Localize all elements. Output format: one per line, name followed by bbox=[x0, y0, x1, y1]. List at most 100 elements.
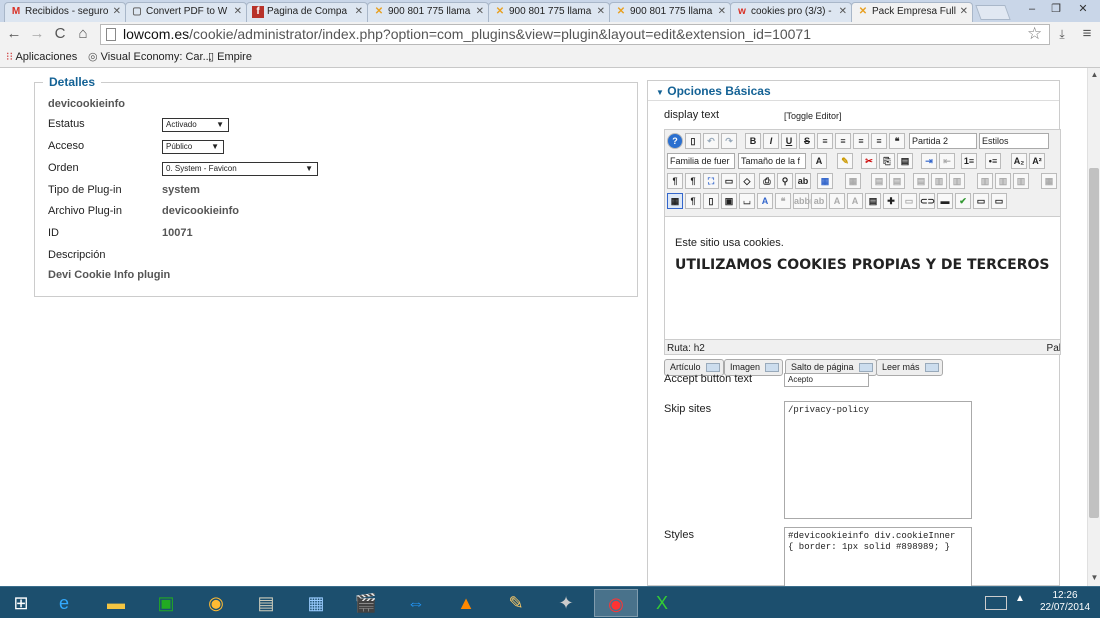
chrome-icon[interactable]: ◉ bbox=[594, 589, 638, 617]
rtl-icon[interactable]: ¶ bbox=[685, 173, 701, 189]
cell-props-icon[interactable]: ▦ bbox=[1041, 173, 1057, 189]
bold-icon[interactable]: B bbox=[745, 133, 761, 149]
tab-convert-pdf[interactable]: ▢ Convert PDF to W ✕ bbox=[125, 2, 247, 22]
blockquote-icon[interactable]: ❝ bbox=[889, 133, 905, 149]
replace-icon[interactable]: ab bbox=[795, 173, 811, 189]
tab-pack-empresa[interactable]: ✕ Pack Empresa Full ✕ bbox=[851, 2, 973, 23]
visual-aid-icon[interactable]: ▦ bbox=[667, 193, 683, 209]
movie-maker-icon[interactable]: 🎬 bbox=[344, 589, 388, 617]
picasa-icon[interactable]: ◉ bbox=[194, 589, 238, 617]
unordered-list-icon[interactable]: •≡ bbox=[985, 153, 1001, 169]
template-icon[interactable]: ▯ bbox=[703, 193, 719, 209]
system-clock[interactable]: 12:26 22/07/2014 bbox=[1034, 590, 1096, 614]
editor-content-area[interactable]: Este sitio usa cookies. UTILIZAMOS COOKI… bbox=[665, 216, 1060, 340]
ltr-icon[interactable]: ¶ bbox=[667, 173, 683, 189]
superscript-icon[interactable]: A² bbox=[1029, 153, 1045, 169]
extension-icon[interactable]: ⤓ bbox=[1053, 25, 1071, 43]
font-size-select[interactable]: Tamaño de la f bbox=[738, 153, 806, 169]
tab-cookies-pro[interactable]: w cookies pro (3/3) - ✕ bbox=[730, 2, 852, 22]
new-tab-button[interactable] bbox=[975, 5, 1011, 20]
close-tab-icon[interactable]: ✕ bbox=[355, 3, 363, 21]
new-document-icon[interactable]: ▯ bbox=[685, 133, 701, 149]
internet-explorer-icon[interactable]: e bbox=[42, 589, 86, 617]
cite-icon[interactable]: ❝ bbox=[775, 193, 791, 209]
ordered-list-icon[interactable]: 1≡ bbox=[961, 153, 977, 169]
tab-gmail[interactable]: M Recibidos - seguro ✕ bbox=[4, 2, 126, 22]
close-tab-icon[interactable]: ✕ bbox=[234, 3, 242, 21]
text-color-icon[interactable]: A bbox=[811, 153, 827, 169]
close-tab-icon[interactable]: ✕ bbox=[839, 3, 847, 21]
store-icon[interactable]: ▣ bbox=[144, 589, 188, 617]
gimp-icon[interactable]: ✦ bbox=[544, 589, 588, 617]
bookmark-visual-economy[interactable]: ◎ Visual Economy: Car... bbox=[88, 50, 212, 63]
nonbreaking-icon[interactable]: ⌴ bbox=[739, 193, 755, 209]
align-justify-icon[interactable]: ≡ bbox=[817, 133, 833, 149]
tab-llama-2[interactable]: ✕ 900 801 775 llama ✕ bbox=[488, 2, 610, 22]
cut-icon[interactable]: ✂ bbox=[861, 153, 877, 169]
close-tab-icon[interactable]: ✕ bbox=[718, 3, 726, 21]
styles-textarea[interactable]: #devicookieinfo div.cookieInner { border… bbox=[784, 527, 972, 586]
move-layer-icon[interactable]: ▭ bbox=[901, 193, 917, 209]
path-value[interactable]: h2 bbox=[694, 343, 705, 354]
undo-icon[interactable]: ↶ bbox=[703, 133, 719, 149]
col-after-icon[interactable]: ▥ bbox=[949, 173, 965, 189]
attributes-icon[interactable]: ▤ bbox=[865, 193, 881, 209]
minimize-icon[interactable]: – bbox=[1020, 0, 1044, 18]
insert-text-icon[interactable]: A bbox=[847, 193, 863, 209]
close-tab-icon[interactable]: ✕ bbox=[476, 3, 484, 21]
styles-select[interactable]: Estilos bbox=[979, 133, 1049, 149]
layer-icon[interactable]: ✚ bbox=[883, 193, 899, 209]
col-before-icon[interactable]: ▥ bbox=[931, 173, 947, 189]
row-after-icon[interactable]: ▤ bbox=[889, 173, 905, 189]
toggle-editor-link[interactable]: [Toggle Editor] bbox=[784, 111, 842, 121]
bookmark-empire[interactable]: ▯ Empire bbox=[208, 50, 252, 63]
delete-row-icon[interactable]: ▤ bbox=[913, 173, 929, 189]
row-before-icon[interactable]: ▤ bbox=[871, 173, 887, 189]
subscript-icon[interactable]: A₂ bbox=[1011, 153, 1027, 169]
acceso-select[interactable]: Público ▼ bbox=[162, 140, 224, 154]
show-hidden-icons[interactable]: ▲ bbox=[1015, 593, 1025, 604]
indent-icon[interactable]: ⇥ bbox=[921, 153, 937, 169]
keyboard-icon[interactable] bbox=[985, 596, 1007, 610]
redo-icon[interactable]: ↷ bbox=[721, 133, 737, 149]
table-props-icon[interactable]: ▦ bbox=[845, 173, 861, 189]
underline-icon[interactable]: U bbox=[781, 133, 797, 149]
tab-pagina-compa[interactable]: f Pagina de Compa ✕ bbox=[246, 2, 368, 22]
scroll-up-icon[interactable]: ▲ bbox=[1090, 70, 1099, 79]
font-family-select[interactable]: Familia de fuer bbox=[667, 153, 735, 169]
delete-col-icon[interactable]: ▥ bbox=[1013, 173, 1029, 189]
abbr-icon[interactable]: abbr bbox=[793, 193, 814, 209]
home-icon[interactable]: ⌂ bbox=[74, 25, 92, 43]
hr-icon[interactable]: ▭ bbox=[973, 193, 989, 209]
page-scrollbar[interactable]: ▲ ▼ bbox=[1087, 68, 1100, 586]
link-icon[interactable]: ⊂⊃ bbox=[919, 193, 935, 209]
excel-icon[interactable]: X bbox=[640, 589, 684, 617]
help-icon[interactable]: ? bbox=[667, 133, 683, 149]
bookmark-star-icon[interactable]: ☆ bbox=[1027, 24, 1042, 44]
vlc-icon[interactable]: ▲ bbox=[444, 589, 488, 617]
pilcrow-icon[interactable]: ¶ bbox=[685, 193, 701, 209]
table-icon[interactable]: ▦ bbox=[817, 173, 833, 189]
align-left-icon[interactable]: ≡ bbox=[853, 133, 869, 149]
format-select[interactable]: Partida 2 bbox=[909, 133, 977, 149]
skip-sites-textarea[interactable]: /privacy-policy bbox=[784, 401, 972, 519]
image-icon[interactable]: ▬ bbox=[937, 193, 953, 209]
spell-check-icon[interactable]: A bbox=[757, 193, 773, 209]
acronym-icon[interactable]: ab bbox=[811, 193, 827, 209]
align-right-icon[interactable]: ≡ bbox=[871, 133, 887, 149]
estatus-select[interactable]: Activado ▼ bbox=[162, 118, 229, 132]
scroll-down-icon[interactable]: ▼ bbox=[1090, 573, 1099, 582]
accept-button-text-input[interactable]: Acepto bbox=[784, 373, 869, 387]
notes-icon[interactable]: ▤ bbox=[244, 589, 288, 617]
find-icon[interactable]: ⚲ bbox=[777, 173, 793, 189]
code-icon[interactable]: ◇ bbox=[739, 173, 755, 189]
merge-cells-icon[interactable]: ▥ bbox=[995, 173, 1011, 189]
highlight-icon[interactable]: ✎ bbox=[837, 153, 853, 169]
menu-icon[interactable]: ≡ bbox=[1078, 25, 1096, 43]
style-props-icon[interactable]: ▭ bbox=[991, 193, 1007, 209]
spellcheck-icon[interactable]: ✔ bbox=[955, 193, 971, 209]
print-icon[interactable]: ⎙ bbox=[759, 173, 775, 189]
file-explorer-icon[interactable]: ▬ bbox=[94, 589, 138, 617]
reload-icon[interactable]: C bbox=[51, 25, 69, 43]
media-icon[interactable]: ▣ bbox=[721, 193, 737, 209]
